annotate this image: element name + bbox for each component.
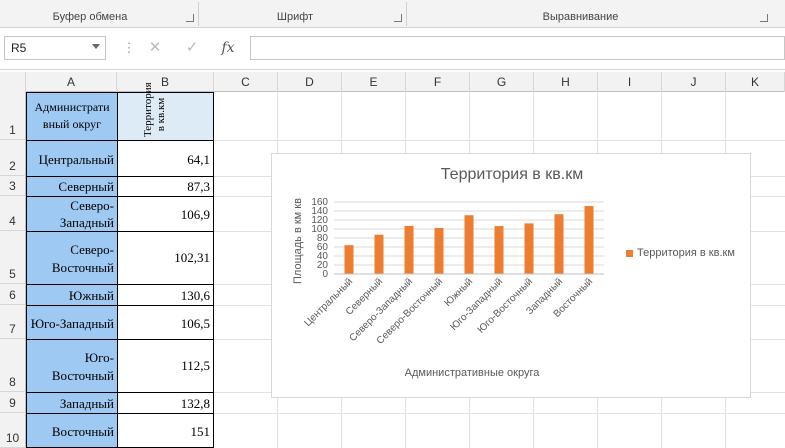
row-header-6[interactable]: 6 (0, 284, 26, 305)
font-launcher-icon[interactable] (394, 14, 402, 22)
area-cell[interactable]: 130,6 (117, 284, 214, 306)
area-cell[interactable]: 132,8 (117, 392, 214, 414)
district-cell[interactable]: Центральный (26, 140, 118, 177)
chart-bar (434, 227, 444, 274)
district-cell[interactable]: Северо-Западный (26, 196, 118, 232)
header-cell-area[interactable]: Территория в кв.км (117, 82, 214, 141)
area-cell[interactable]: 112,5 (117, 339, 214, 393)
ribbon-group-font: Шрифт (276, 11, 314, 23)
column-header-c[interactable]: C (214, 72, 278, 92)
row-header-9[interactable]: 9 (0, 392, 26, 413)
more-options-icon: ⋮ (122, 40, 136, 55)
enter-icon[interactable]: ✓ (181, 38, 203, 58)
row-header-5[interactable]: 5 (0, 231, 26, 284)
ribbon-group-clipboard: Буфер обмена (52, 11, 128, 23)
chart-bar (494, 226, 504, 274)
ribbon-group-alignment: Выравнивание (542, 11, 619, 23)
district-cell[interactable]: Восточный (26, 413, 118, 448)
chart-bar (344, 245, 354, 274)
chart-bar (404, 225, 414, 274)
area-cell[interactable]: 106,9 (117, 196, 214, 232)
insert-function-icon[interactable]: fx (217, 38, 239, 58)
column-header-k[interactable]: K (726, 72, 785, 92)
alignment-launcher-icon[interactable] (760, 14, 768, 22)
y-tick-label: 160 (311, 197, 328, 208)
row-header-4[interactable]: 4 (0, 196, 26, 231)
formula-input[interactable] (250, 36, 785, 60)
x-tick-label: Юго-Западный (448, 276, 505, 333)
y-axis-title: Площадь в км кв (292, 198, 304, 284)
column-header-h[interactable]: H (534, 72, 598, 92)
column-header-g[interactable]: G (470, 72, 534, 92)
column-header-b[interactable]: B (117, 72, 214, 92)
x-axis-title[interactable]: Административные округа (332, 367, 612, 379)
clipboard-launcher-icon[interactable] (186, 14, 194, 22)
select-all-button[interactable] (0, 72, 26, 92)
column-header-d[interactable]: D (278, 72, 342, 92)
district-cell[interactable]: Северо-Восточный (26, 231, 118, 285)
district-cell[interactable]: Западный (26, 392, 118, 414)
chart-bar (554, 214, 564, 274)
x-tick-label: Центральный (302, 276, 355, 329)
x-tick-label: Юго-Восточный (476, 276, 535, 335)
row-header-8[interactable]: 8 (0, 339, 26, 392)
cancel-icon[interactable]: ✕ (144, 38, 166, 58)
column-header-f[interactable]: F (406, 72, 470, 92)
row-header-10[interactable]: 10 (0, 413, 26, 448)
chart-bar (584, 206, 594, 274)
legend-label: Территория в кв.км (637, 247, 735, 259)
column-header-e[interactable]: E (342, 72, 406, 92)
chevron-down-icon[interactable] (92, 44, 100, 49)
chart-bar (464, 215, 474, 274)
chart-bar (524, 223, 534, 274)
chart-legend[interactable]: Территория в кв.км (626, 247, 735, 259)
row-header-2[interactable]: 2 (0, 140, 26, 176)
area-cell[interactable]: 151 (117, 413, 214, 448)
area-cell[interactable]: 106,5 (117, 305, 214, 340)
chart-plot: 020406080100120140160Площадь в км квЦент… (292, 197, 604, 347)
column-header-i[interactable]: I (598, 72, 662, 92)
row-header-3[interactable]: 3 (0, 176, 26, 196)
area-cell[interactable]: 102,31 (117, 231, 214, 285)
header-area-label: Территория в кв.км (142, 82, 167, 137)
chart-area[interactable]: Территория в кв.км 0 20 40 60 80 100 120 140 160… (271, 153, 751, 398)
ribbon-divider (406, 2, 407, 26)
header-cell-district[interactable]: Администрати вный округ (26, 92, 118, 141)
column-header-a[interactable]: A (26, 72, 117, 92)
district-cell[interactable]: Северный (26, 176, 118, 197)
row-header-7[interactable]: 7 (0, 305, 26, 339)
ribbon-group-labels: Буфер обмена Шрифт Выравнивание (0, 0, 785, 28)
district-cell[interactable]: Юго-Восточный (26, 339, 118, 393)
area-cell[interactable]: 64,1 (117, 140, 214, 177)
ribbon-divider (198, 2, 199, 26)
chart-bar (374, 234, 384, 274)
column-header-j[interactable]: J (662, 72, 726, 92)
row-header-1[interactable]: 1 (0, 92, 26, 140)
district-cell[interactable]: Юго-Западный (26, 305, 118, 340)
area-cell[interactable]: 87,3 (117, 176, 214, 197)
name-box[interactable]: R5 (4, 36, 106, 60)
district-cell[interactable]: Южный (26, 284, 118, 306)
legend-swatch (626, 249, 633, 257)
